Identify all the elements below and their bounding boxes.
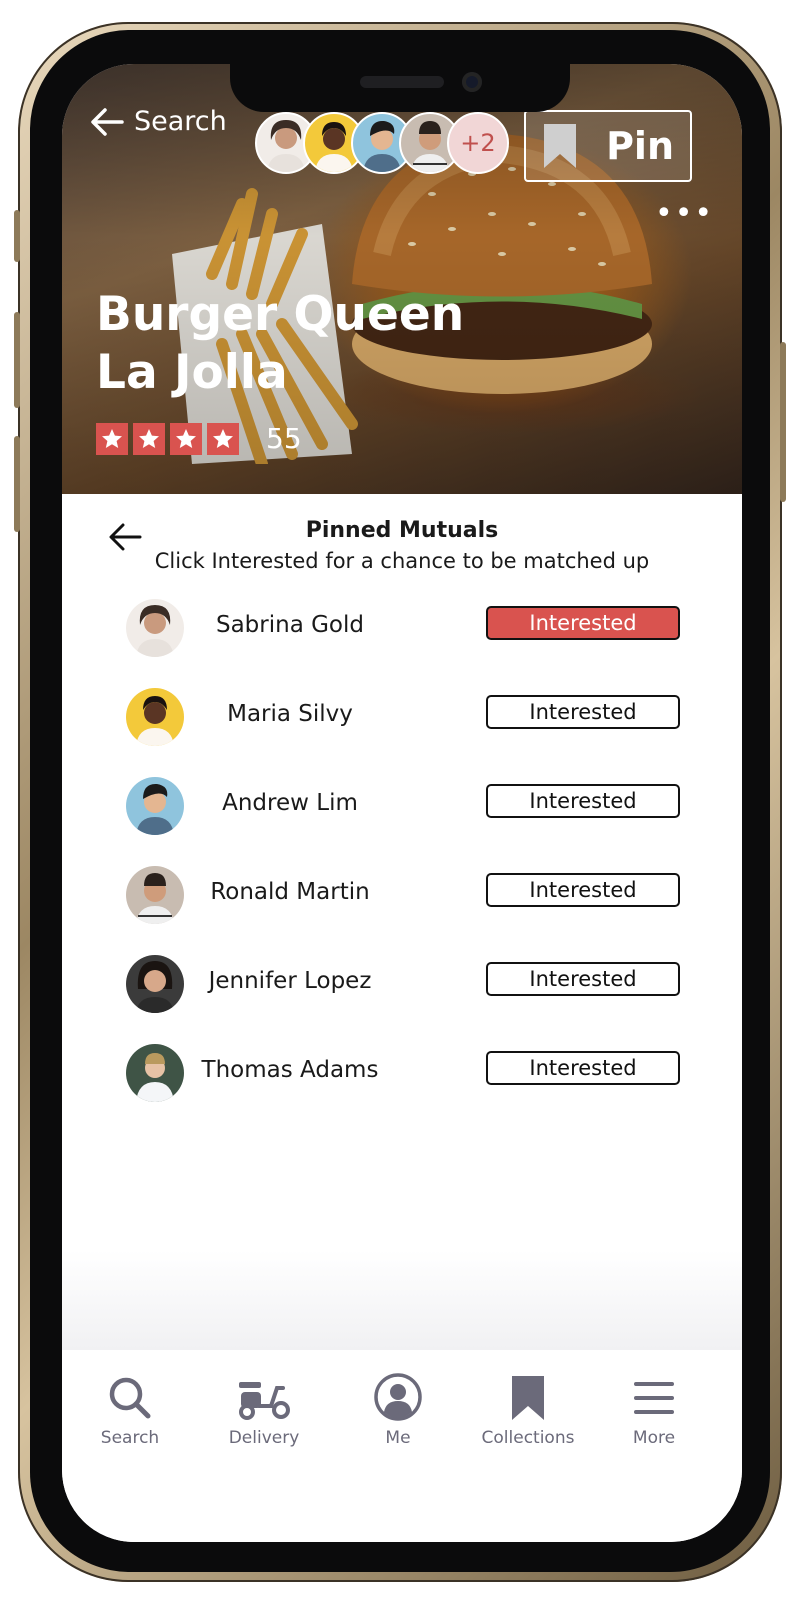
panel-subtitle: Click Interested for a chance to be matc… (154, 549, 650, 573)
mutual-name: Jennifer Lopez (208, 968, 372, 994)
rating-stars (96, 422, 244, 455)
tab-label: Me (385, 1428, 411, 1448)
list-item: Ronald Martin Interested (62, 863, 742, 927)
avatar (126, 777, 184, 835)
tab-search[interactable]: Search (70, 1376, 190, 1448)
mutual-name: Andrew Lim (222, 790, 358, 816)
review-count: 55 (266, 422, 302, 455)
bookmark-icon (512, 1376, 544, 1420)
star-icon (96, 422, 128, 455)
more-options-button[interactable]: ••• (655, 196, 714, 231)
volume-down-button (14, 436, 20, 532)
interested-button[interactable]: Interested (486, 606, 680, 640)
front-camera (462, 72, 482, 92)
list-item: Sabrina Gold Interested (62, 596, 742, 660)
mute-switch (14, 210, 20, 262)
tab-label: More (632, 1428, 676, 1448)
star-icon (207, 422, 239, 455)
pin-button[interactable]: Pin (524, 110, 692, 182)
tab-label: Search (100, 1428, 160, 1448)
tab-delivery[interactable]: Delivery (204, 1376, 324, 1448)
interested-button[interactable]: Interested (486, 784, 680, 818)
volume-up-button (14, 312, 20, 408)
interested-button[interactable]: Interested (486, 873, 680, 907)
tab-label: Delivery (228, 1428, 300, 1448)
rating: 55 (96, 422, 302, 455)
list-item: Thomas Adams Interested (62, 1041, 742, 1105)
tab-label: Collections (481, 1428, 575, 1448)
tabbar-fade (62, 1250, 742, 1350)
back-to-search-button[interactable]: Search (90, 106, 227, 137)
restaurant-name-line1: Burger Queen (96, 287, 465, 342)
restaurant-name: Burger Queen La Jolla (96, 286, 516, 402)
list-item: Jennifer Lopez Interested (62, 952, 742, 1016)
avatar (126, 688, 184, 746)
star-icon (133, 422, 165, 455)
tab-collections[interactable]: Collections (464, 1376, 592, 1448)
mutual-name: Ronald Martin (210, 879, 370, 905)
avatar (126, 955, 184, 1013)
bookmark-icon (544, 124, 576, 168)
mutual-name: Maria Silvy (227, 701, 353, 727)
profile-icon (374, 1373, 422, 1421)
star-icon (170, 422, 202, 455)
list-item: Andrew Lim Interested (62, 774, 742, 838)
menu-icon (634, 1382, 674, 1414)
notch (230, 64, 570, 112)
power-button (780, 342, 786, 502)
list-item: Maria Silvy Interested (62, 685, 742, 749)
interested-button[interactable]: Interested (486, 1051, 680, 1085)
search-icon (109, 1377, 151, 1419)
panel-title: Pinned Mutuals (305, 518, 499, 543)
tab-bar: Search Delivery Me Collections More (62, 1350, 742, 1542)
back-label: Search (134, 106, 227, 137)
scooter-icon (239, 1382, 290, 1420)
back-arrow-icon (91, 107, 124, 136)
tab-me[interactable]: Me (338, 1373, 458, 1448)
pin-label: Pin (606, 124, 674, 168)
mutual-name: Thomas Adams (201, 1057, 379, 1083)
tab-more[interactable]: More (594, 1376, 714, 1448)
avatar (126, 1044, 184, 1102)
interested-button[interactable]: Interested (486, 962, 680, 996)
more-mutuals-badge: +2 (447, 112, 509, 174)
speaker (360, 76, 444, 88)
avatar (126, 866, 184, 924)
avatar (126, 599, 184, 657)
mutual-name: Sabrina Gold (215, 612, 364, 638)
restaurant-name-line2: La Jolla (96, 345, 288, 400)
app-screen: Search +2 Pin ••• Burger Queen La Jolla … (62, 64, 742, 1542)
interested-button[interactable]: Interested (486, 695, 680, 729)
